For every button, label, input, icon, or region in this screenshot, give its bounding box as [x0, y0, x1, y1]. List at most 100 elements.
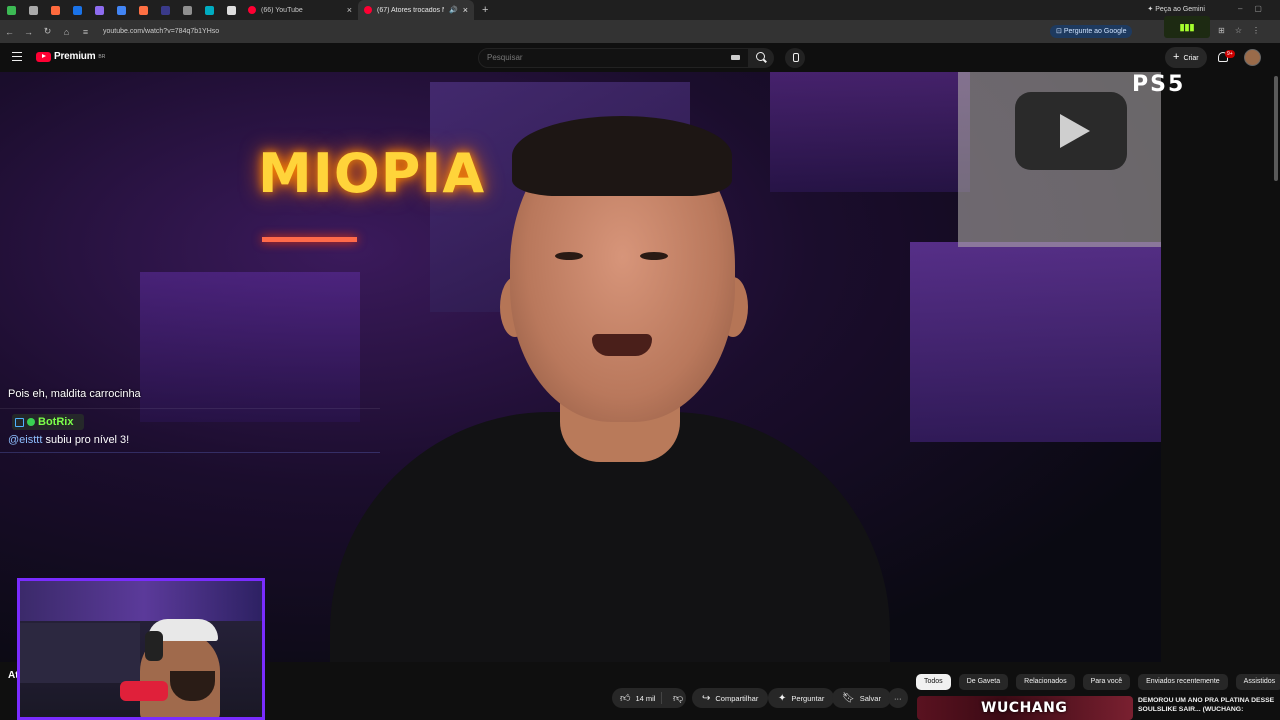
pinned-tab[interactable]	[88, 0, 110, 20]
search-input[interactable]: Pesquisar	[478, 48, 749, 68]
bookmark-icon: 🔖︎	[842, 692, 855, 704]
pinned-tab[interactable]	[132, 0, 154, 20]
tab-youtube[interactable]: (66) YouTube ×	[242, 0, 358, 20]
pinned-tab[interactable]	[0, 0, 22, 20]
page-scrollbar[interactable]	[1274, 76, 1278, 181]
save-label: Salvar	[859, 693, 881, 703]
webcam-overlay	[17, 578, 265, 720]
pinned-tab-favicon-icon	[116, 5, 126, 15]
pinned-tab-favicon-icon	[28, 5, 38, 15]
video-player[interactable]: MIOPIA	[0, 72, 1161, 662]
background-panel	[910, 242, 1161, 442]
ps5-logo: PS5	[1132, 72, 1186, 97]
pinned-tab[interactable]	[110, 0, 132, 20]
chat-divider	[0, 452, 380, 453]
ask-google-label: Pergunte ao Google	[1063, 28, 1127, 35]
reload-icon[interactable]: ↻	[38, 26, 57, 37]
tab-title: (66) YouTube	[261, 6, 303, 14]
pinned-tab-favicon-icon	[72, 5, 82, 15]
ask-google-button[interactable]: ⊡ Pergunte ao Google	[1050, 25, 1133, 38]
chat-text: subiu pro nível 3!	[42, 434, 130, 446]
presenter-mouth	[592, 334, 652, 356]
site-info-icon[interactable]: ≡	[76, 27, 95, 37]
home-icon[interactable]: ⌂	[57, 27, 76, 37]
new-tab-button[interactable]: +	[474, 4, 496, 16]
like-button[interactable]: 👍︎ 14 mil	[612, 692, 662, 704]
keyboard-icon[interactable]	[731, 55, 740, 60]
filter-chip[interactable]: Para você	[1082, 674, 1131, 690]
chat-divider	[0, 408, 380, 409]
pinned-tab-favicon-icon	[226, 5, 236, 15]
share-button[interactable]: ↪ Compartilhar	[692, 688, 769, 708]
ask-button[interactable]: ✦ Perguntar	[768, 688, 835, 708]
tab-title: (67) Atores trocados NO M	[377, 6, 444, 14]
pinned-tab-favicon-icon	[138, 5, 148, 15]
plus-icon: +	[1173, 51, 1180, 63]
url-field[interactable]: youtube.com/watch?v=784q7b1YHso	[103, 28, 219, 35]
microphone-icon[interactable]	[785, 48, 805, 68]
address-bar: ← → ↻ ⌂ ≡ youtube.com/watch?v=784q7b1YHs…	[0, 20, 1280, 43]
filter-chip[interactable]: Enviados recentemente	[1138, 674, 1228, 690]
pinned-tab[interactable]	[44, 0, 66, 20]
create-button[interactable]: + Criar	[1165, 47, 1207, 68]
create-label: Criar	[1183, 55, 1199, 62]
pinned-tab[interactable]	[198, 0, 220, 20]
filter-chip[interactable]: Todos	[916, 674, 951, 690]
recommendation-thumbnail[interactable]: WUCHANG	[917, 696, 1133, 720]
more-icon: ···	[894, 693, 902, 703]
pinned-tab[interactable]	[66, 0, 88, 20]
thumbnail-text: WUCHANG	[981, 700, 1068, 716]
bot-name-tag: BotRix	[12, 414, 84, 430]
speaker-icon[interactable]: 🔊	[449, 6, 458, 14]
youtube-favicon-icon	[364, 6, 372, 14]
search-button[interactable]	[749, 48, 774, 68]
close-icon[interactable]: ×	[463, 5, 468, 15]
neon-sign: MIOPIA	[258, 142, 486, 205]
headphone-pad	[120, 681, 168, 701]
tab-active-video[interactable]: (67) Atores trocados NO M 🔊 ×	[358, 0, 474, 20]
pinned-tab-favicon-icon	[6, 5, 16, 15]
browser-toolbar-icons[interactable]: ⊞☆⋮	[1218, 26, 1270, 35]
pinned-tab[interactable]	[154, 0, 176, 20]
recommendation-title[interactable]: DEMOROU UM ANO PRA PLATINA DESSE SOULSLI…	[1138, 696, 1278, 714]
pinned-tab-favicon-icon	[94, 5, 104, 15]
neon-underline	[262, 237, 357, 242]
presenter-eye	[640, 252, 668, 260]
filter-chip[interactable]: Relacionados	[1016, 674, 1075, 690]
more-actions-button[interactable]: ···	[888, 688, 908, 708]
window-controls[interactable]: –▢	[1238, 4, 1274, 13]
share-icon: ↪	[702, 692, 711, 704]
filter-chip[interactable]: De Gaveta	[958, 674, 1009, 690]
pinned-tab[interactable]	[22, 0, 44, 20]
youtube-play-plaque-icon	[1015, 92, 1127, 170]
background-panel	[770, 72, 970, 192]
chat-message: @eisttt subiu pro nível 3!	[8, 434, 129, 446]
background-panel	[140, 272, 360, 422]
pinned-tab-favicon-icon	[204, 5, 214, 15]
pinned-tab[interactable]	[176, 0, 198, 20]
filter-chip[interactable]: Assistidos	[1235, 674, 1280, 690]
close-icon[interactable]: ×	[347, 5, 352, 15]
save-button[interactable]: 🔖︎ Salvar	[832, 688, 891, 708]
youtube-header: Premium BR Pesquisar + Criar 9+	[0, 43, 1280, 72]
logo-region: BR	[98, 53, 106, 60]
share-label: Compartilhar	[715, 693, 759, 703]
pinned-tab-favicon-icon	[50, 5, 60, 15]
stream-overlay-badge-icon: ▮▮▮	[1164, 16, 1210, 38]
verified-icon	[27, 418, 35, 426]
logo-text: Premium	[54, 51, 96, 62]
notifications-badge: 9+	[1225, 50, 1235, 58]
youtube-play-icon	[36, 51, 51, 62]
avatar[interactable]	[1244, 49, 1261, 66]
pinned-tab[interactable]	[220, 0, 242, 20]
thumbs-down-icon[interactable]: 👎︎	[667, 692, 683, 704]
sparkle-icon: ✦	[778, 692, 787, 704]
gemini-button[interactable]: ✦ Peça ao Gemini	[1147, 5, 1205, 13]
bot-icon	[15, 417, 24, 427]
youtube-logo[interactable]: Premium BR	[36, 51, 105, 62]
pinned-tabs	[0, 0, 242, 20]
headphones-icon	[145, 631, 163, 661]
back-icon[interactable]: ←	[0, 27, 19, 37]
forward-icon[interactable]: →	[19, 27, 38, 37]
menu-icon[interactable]	[12, 52, 22, 62]
